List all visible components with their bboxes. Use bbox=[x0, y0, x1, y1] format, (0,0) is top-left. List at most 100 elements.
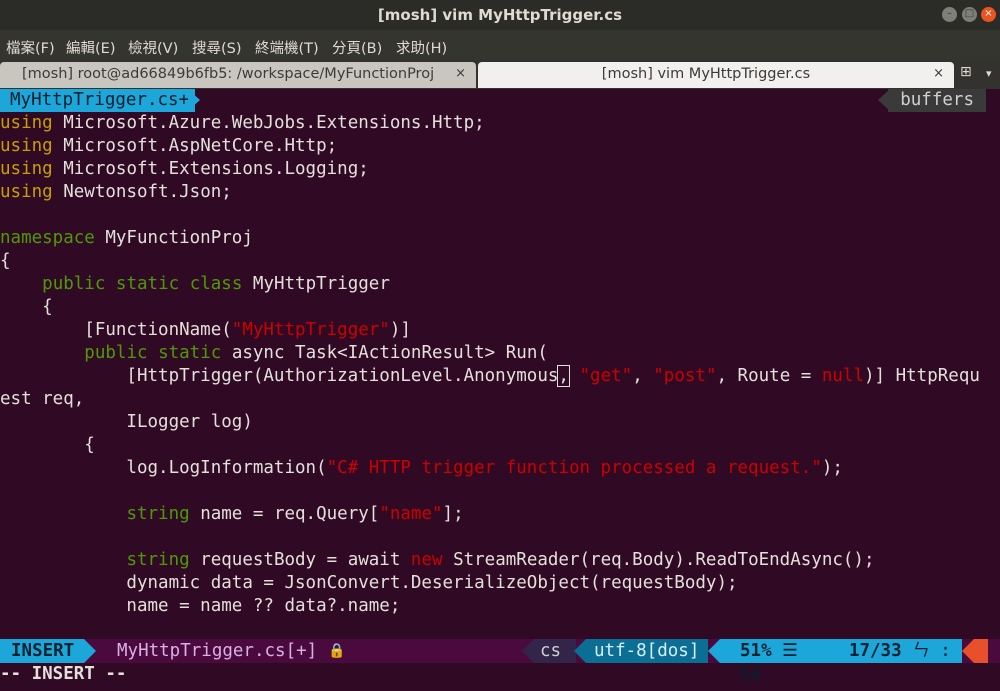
code-token: log.LogInformation( bbox=[0, 458, 327, 478]
menu-file[interactable]: 檔案(F) bbox=[6, 37, 55, 58]
code-line[interactable]: ILogger log) bbox=[0, 411, 252, 434]
terminal-area[interactable]: MyHttpTrigger.cs+ buffers using Microsof… bbox=[0, 89, 1000, 691]
statusline-separator bbox=[84, 639, 96, 663]
code-token: est req, bbox=[0, 389, 85, 409]
code-token: "get" bbox=[579, 366, 633, 386]
code-token: "name" bbox=[379, 504, 443, 524]
code-token: [FunctionName( bbox=[0, 320, 232, 340]
column-icon: ㄣ bbox=[912, 641, 930, 661]
code-line[interactable]: est req, bbox=[0, 388, 84, 411]
tab-label: [mosh] root@ad66849b6fb5: /workspace/MyF… bbox=[22, 66, 435, 82]
statusline-position: 51% ☰ 17/33 ㄣ : 54 bbox=[720, 639, 962, 685]
code-token: "C# HTTP trigger function processed a re… bbox=[326, 458, 822, 478]
code-line[interactable]: [FunctionName("MyHttpTrigger")] bbox=[0, 319, 411, 342]
code-line[interactable]: dynamic data = JsonConvert.DeserializeOb… bbox=[0, 572, 738, 595]
code-token: , bbox=[632, 366, 654, 386]
code-line[interactable]: string name = req.Query["name"]; bbox=[0, 503, 464, 526]
tab-close-icon[interactable]: × bbox=[455, 66, 466, 81]
code-token: async Task<IActionResult> Run( bbox=[221, 343, 548, 363]
code-token: { bbox=[0, 435, 95, 455]
tab-vim[interactable]: [mosh] vim MyHttpTrigger.cs × bbox=[478, 62, 954, 88]
code-token: public bbox=[84, 343, 148, 363]
code-token: dynamic data = JsonConvert.DeserializeOb… bbox=[0, 573, 738, 593]
statusline-filename: MyHttpTrigger.cs[+] bbox=[117, 641, 318, 661]
window-title: [mosh] vim MyHttpTrigger.cs bbox=[377, 6, 623, 24]
code-token: using bbox=[0, 113, 53, 133]
statusline-line: 17/33 bbox=[848, 641, 902, 661]
statusline-separator bbox=[574, 639, 586, 663]
code-line[interactable]: log.LogInformation("C# HTTP trigger func… bbox=[0, 457, 843, 480]
statusline-percent: 51% bbox=[740, 641, 772, 661]
statusline-separator bbox=[708, 639, 720, 663]
code-token: { bbox=[0, 297, 53, 317]
code-line[interactable]: { bbox=[0, 296, 53, 319]
text-cursor: , bbox=[557, 365, 570, 387]
menu-tabs[interactable]: 分頁(B) bbox=[332, 37, 382, 58]
menu-bar: 檔案(F) 編輯(E) 檢視(V) 搜尋(S) 終端機(T) 分頁(B) 求助(… bbox=[0, 30, 1000, 60]
code-line[interactable]: { bbox=[0, 250, 11, 273]
menu-help[interactable]: 求助(H) bbox=[396, 37, 447, 58]
tab-shell[interactable]: [mosh] root@ad66849b6fb5: /workspace/MyF… bbox=[0, 62, 476, 88]
statusline-warning-segment bbox=[974, 639, 988, 663]
code-token: "MyHttpTrigger" bbox=[231, 320, 390, 340]
tab-close-icon[interactable]: × bbox=[933, 66, 944, 81]
lines-icon: ☰ bbox=[782, 641, 798, 661]
vim-mode-indicator: INSERT bbox=[0, 639, 84, 663]
code-token: StreamReader(req.Body).ReadToEndAsync(); bbox=[442, 550, 875, 570]
code-token: MyFunctionProj bbox=[94, 228, 253, 248]
new-tab-icon[interactable]: ⊞ bbox=[960, 64, 976, 80]
code-token: new bbox=[410, 550, 443, 570]
code-token: Microsoft.Azure.WebJobs.Extensions.Http; bbox=[52, 113, 485, 133]
vim-statusline: INSERT MyHttpTrigger.cs[+] 🔒 cs utf-8[do… bbox=[0, 639, 1000, 685]
code-token: )] HttpRequ bbox=[864, 366, 980, 386]
code-token: "post" bbox=[653, 366, 717, 386]
code-token: { bbox=[0, 251, 11, 271]
code-token: using bbox=[0, 182, 53, 202]
statusline-separator bbox=[962, 639, 974, 663]
code-token: public bbox=[42, 274, 106, 294]
code-line[interactable]: using Newtonsoft.Json; bbox=[0, 181, 232, 204]
code-line[interactable]: public static async Task<IActionResult> … bbox=[0, 342, 548, 365]
close-window-button[interactable]: × bbox=[981, 7, 996, 22]
code-line[interactable]: namespace MyFunctionProj bbox=[0, 227, 253, 250]
code-token: MyHttpTrigger bbox=[242, 274, 390, 294]
code-token: static bbox=[158, 343, 222, 363]
vim-command-line: -- INSERT -- bbox=[0, 664, 127, 684]
statusline-separator bbox=[522, 639, 534, 663]
statusline-encoding: utf-8[dos] bbox=[586, 639, 708, 663]
menu-view[interactable]: 檢視(V) bbox=[128, 37, 178, 58]
code-token: [HttpTrigger(AuthorizationLevel.Anonymou… bbox=[0, 366, 559, 386]
menu-search[interactable]: 搜尋(S) bbox=[192, 37, 242, 58]
code-line[interactable]: name = name ?? data?.name; bbox=[0, 595, 400, 618]
code-token: string bbox=[126, 504, 190, 524]
code-line[interactable]: using Microsoft.Azure.WebJobs.Extensions… bbox=[0, 112, 485, 135]
code-token: ); bbox=[821, 458, 843, 478]
code-token: namespace bbox=[0, 228, 95, 248]
menu-terminal[interactable]: 終端機(T) bbox=[255, 37, 319, 58]
code-line[interactable]: { bbox=[0, 434, 95, 457]
code-token: ]; bbox=[442, 504, 464, 524]
code-token: name = req.Query[ bbox=[189, 504, 380, 524]
code-token: Newtonsoft.Json; bbox=[52, 182, 232, 202]
code-token: null bbox=[821, 366, 864, 386]
vim-current-buffer-tab[interactable]: MyHttpTrigger.cs+ bbox=[0, 89, 196, 112]
code-line[interactable]: [HttpTrigger(AuthorizationLevel.Anonymou… bbox=[0, 365, 980, 388]
tab-label: [mosh] vim MyHttpTrigger.cs bbox=[601, 66, 811, 82]
code-token: requestBody = await bbox=[189, 550, 411, 570]
tab-menu-chevron-icon[interactable]: ▾ bbox=[986, 67, 992, 80]
code-line[interactable]: public static class MyHttpTrigger bbox=[0, 273, 390, 296]
code-token: using bbox=[0, 136, 53, 156]
code-line[interactable]: using Microsoft.AspNetCore.Http; bbox=[0, 135, 337, 158]
menu-edit[interactable]: 編輯(E) bbox=[66, 37, 115, 58]
code-line[interactable]: string requestBody = await new StreamRea… bbox=[0, 549, 875, 572]
statusline-filetype: cs bbox=[534, 639, 576, 663]
code-line[interactable]: using Microsoft.Extensions.Logging; bbox=[0, 158, 369, 181]
minimize-button[interactable]: – bbox=[942, 7, 957, 22]
maximize-button[interactable]: □ bbox=[962, 7, 977, 22]
